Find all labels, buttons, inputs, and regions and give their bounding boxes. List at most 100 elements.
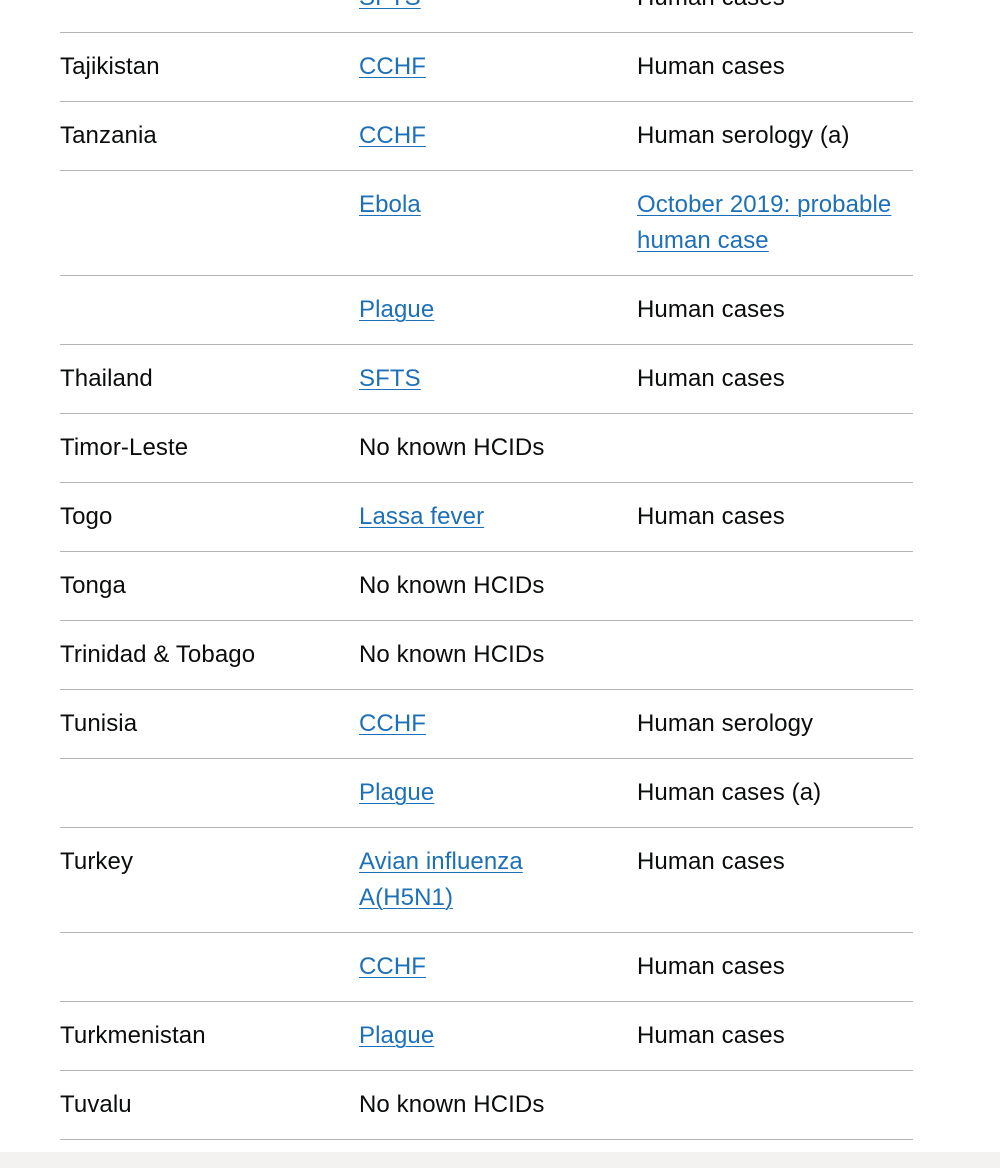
country-label: Tajikistan (60, 53, 160, 80)
cell-evidence (637, 551, 913, 621)
country-label: Turkey (60, 848, 134, 875)
cell-country: Tunisia (60, 689, 359, 759)
cell-evidence: Human serology (637, 689, 913, 759)
disease-link[interactable]: CCHF (359, 710, 426, 737)
cell-disease: No known HCIDs (359, 1070, 637, 1140)
cell-evidence (637, 620, 913, 690)
cell-disease: No known HCIDs (359, 413, 637, 483)
cell-disease[interactable]: Plague (359, 758, 637, 828)
cell-disease[interactable]: Lassa fever (359, 482, 637, 552)
cell-evidence: Human cases (637, 482, 913, 552)
cell-evidence: Human cases (637, 32, 913, 102)
cell-country: Tuvalu (60, 1070, 359, 1140)
hcid-table-container: SFTS Human cases Tajikistan CCHF Human cases… (0, 0, 1000, 1140)
table-row: Togo Lassa fever Human cases (60, 482, 913, 552)
cell-evidence: Human cases (637, 1001, 913, 1071)
cell-disease: No known HCIDs (359, 620, 637, 690)
cell-disease[interactable]: CCHF (359, 101, 637, 171)
disease-link[interactable]: SFTS (359, 0, 421, 11)
table-row: Tonga No known HCIDs (60, 551, 913, 621)
disease-link[interactable]: SFTS (359, 365, 421, 392)
cell-disease[interactable]: Plague (359, 1001, 637, 1071)
table-row: Tunisia CCHF Human serology (60, 689, 913, 759)
disease-link[interactable]: Plague (359, 1022, 434, 1049)
page-root: SFTS Human cases Tajikistan CCHF Human cases… (0, 0, 1000, 1168)
disease-link[interactable]: CCHF (359, 953, 426, 980)
evidence-label: Human cases (637, 53, 785, 80)
evidence-label: Human cases (637, 0, 785, 11)
evidence-label: Human cases (637, 953, 785, 980)
country-label: Tunisia (60, 710, 138, 737)
country-label: Trinidad & Tobago (60, 641, 256, 668)
country-label: Thailand (60, 365, 153, 392)
disease-label: No known HCIDs (359, 434, 545, 461)
table-row: Tuvalu No known HCIDs (60, 1070, 913, 1140)
cell-evidence: Human cases (637, 0, 913, 33)
country-label: Togo (60, 503, 113, 530)
cell-country: Timor-Leste (60, 413, 359, 483)
evidence-label: Human cases (637, 1022, 785, 1049)
table-row: Tanzania CCHF Human serology (a) (60, 101, 913, 171)
disease-label: No known HCIDs (359, 572, 545, 599)
cell-disease[interactable]: Ebola (359, 170, 637, 276)
cell-evidence (637, 413, 913, 483)
table-row: CCHF Human cases (60, 932, 913, 1002)
cell-country: Turkmenistan (60, 1001, 359, 1071)
cell-evidence: Human cases (a) (637, 758, 913, 828)
table-row: Plague Human cases (60, 275, 913, 345)
country-label: Timor-Leste (60, 434, 189, 461)
cell-disease[interactable]: CCHF (359, 689, 637, 759)
cell-evidence[interactable]: October 2019: probable human case (637, 170, 913, 276)
table-row: Trinidad & Tobago No known HCIDs (60, 620, 913, 690)
cell-disease[interactable]: Avian influenza A(H5N1) (359, 827, 637, 933)
disease-link[interactable]: CCHF (359, 53, 426, 80)
evidence-label: Human cases (637, 296, 785, 323)
cell-country: Thailand (60, 344, 359, 414)
cell-disease: No known HCIDs (359, 551, 637, 621)
cell-country (60, 932, 359, 1002)
disease-label: No known HCIDs (359, 641, 545, 668)
disease-link[interactable]: Ebola (359, 191, 421, 218)
table-row: Turkey Avian influenza A(H5N1) Human cases (60, 827, 913, 933)
disease-link[interactable]: Plague (359, 779, 434, 806)
table-row: Thailand SFTS Human cases (60, 344, 913, 414)
cell-evidence: Human cases (637, 344, 913, 414)
evidence-link[interactable]: October 2019: probable human case (637, 191, 891, 254)
table-row: Tajikistan CCHF Human cases (60, 32, 913, 102)
cell-disease[interactable]: CCHF (359, 932, 637, 1002)
cell-country: Tanzania (60, 101, 359, 171)
disease-link[interactable]: Plague (359, 296, 434, 323)
cell-evidence: Human cases (637, 932, 913, 1002)
table-row: Ebola October 2019: probable human case (60, 170, 913, 276)
cell-country (60, 758, 359, 828)
cell-evidence (637, 1070, 913, 1140)
evidence-label: Human cases (637, 365, 785, 392)
cell-country (60, 170, 359, 276)
table-row: Timor-Leste No known HCIDs (60, 413, 913, 483)
cell-country: Tajikistan (60, 32, 359, 102)
table-row: Turkmenistan Plague Human cases (60, 1001, 913, 1071)
cell-evidence: Human serology (a) (637, 101, 913, 171)
disease-link[interactable]: Avian influenza A(H5N1) (359, 848, 523, 911)
cell-evidence: Human cases (637, 827, 913, 933)
footer-background-strip (0, 1152, 1000, 1168)
cell-country: Tonga (60, 551, 359, 621)
cell-country (60, 275, 359, 345)
table-row: SFTS Human cases (60, 0, 913, 33)
country-label: Turkmenistan (60, 1022, 206, 1049)
disease-link[interactable]: CCHF (359, 122, 426, 149)
cell-disease[interactable]: SFTS (359, 0, 637, 33)
disease-label: No known HCIDs (359, 1091, 545, 1118)
disease-link[interactable]: Lassa fever (359, 503, 484, 530)
evidence-label: Human cases (a) (637, 779, 822, 806)
evidence-label: Human cases (637, 503, 785, 530)
cell-country: Trinidad & Tobago (60, 620, 359, 690)
evidence-label: Human cases (637, 848, 785, 875)
cell-country: Togo (60, 482, 359, 552)
cell-disease[interactable]: SFTS (359, 344, 637, 414)
cell-disease[interactable]: CCHF (359, 32, 637, 102)
evidence-label: Human serology (a) (637, 122, 850, 149)
hcid-country-disease-table: SFTS Human cases Tajikistan CCHF Human cases… (60, 0, 913, 1140)
table-body: SFTS Human cases Tajikistan CCHF Human cases… (60, 0, 913, 1140)
cell-disease[interactable]: Plague (359, 275, 637, 345)
